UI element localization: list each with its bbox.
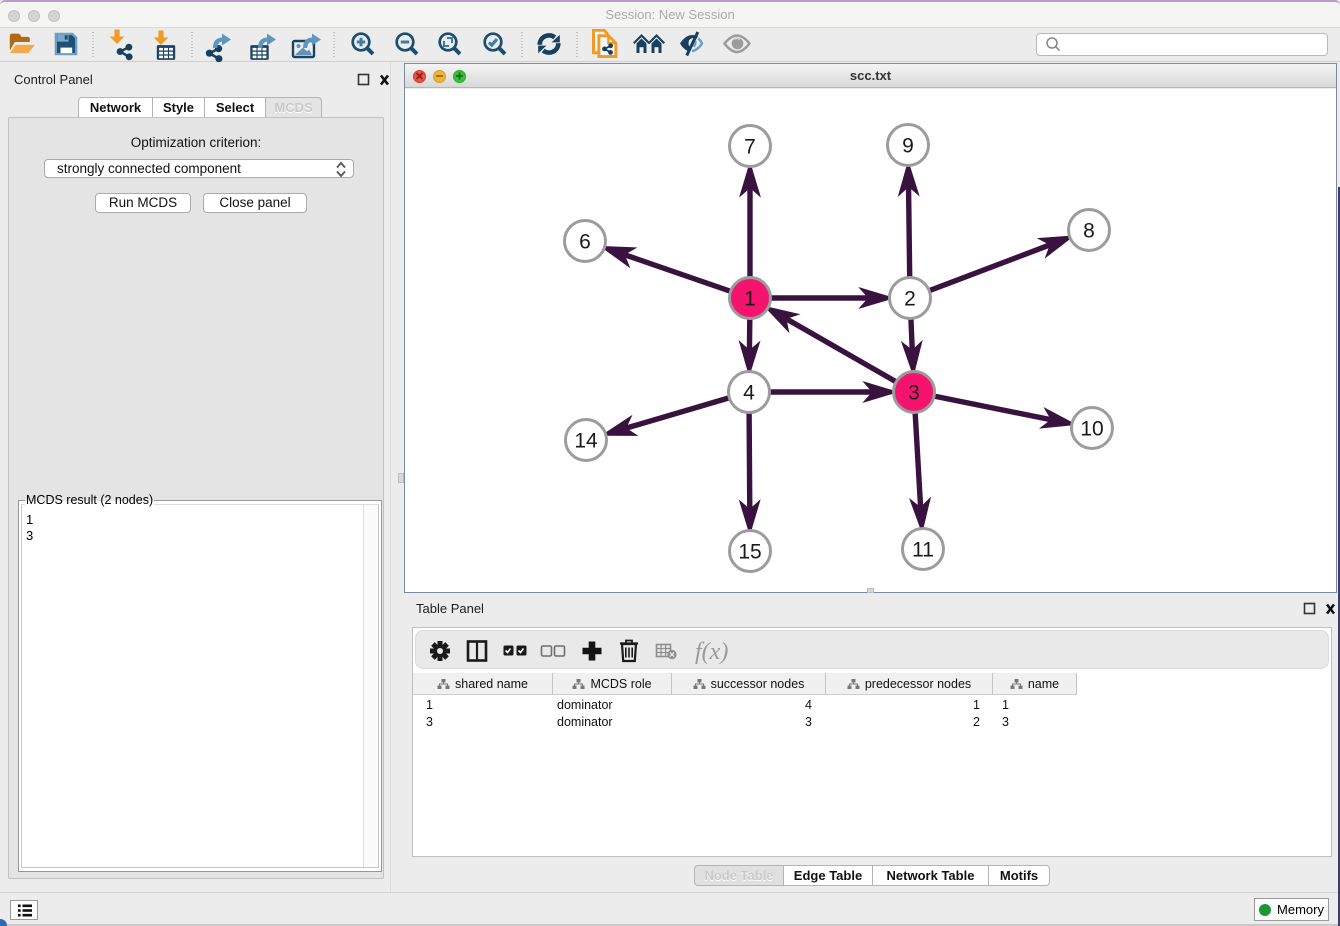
svg-text:8: 8 (1083, 220, 1095, 243)
svg-text:14: 14 (574, 430, 598, 453)
svg-text:3: 3 (908, 382, 920, 405)
svg-text:10: 10 (1080, 418, 1103, 441)
svg-text:1: 1 (744, 288, 756, 311)
svg-text:7: 7 (744, 136, 756, 159)
svg-text:11: 11 (912, 539, 934, 562)
svg-text:9: 9 (902, 135, 914, 158)
svg-text:6: 6 (579, 231, 591, 254)
svg-text:f(x): f(x) (695, 639, 728, 665)
svg-text:4: 4 (743, 382, 755, 405)
svg-text:15: 15 (738, 541, 761, 564)
svg-text:2: 2 (904, 288, 916, 311)
